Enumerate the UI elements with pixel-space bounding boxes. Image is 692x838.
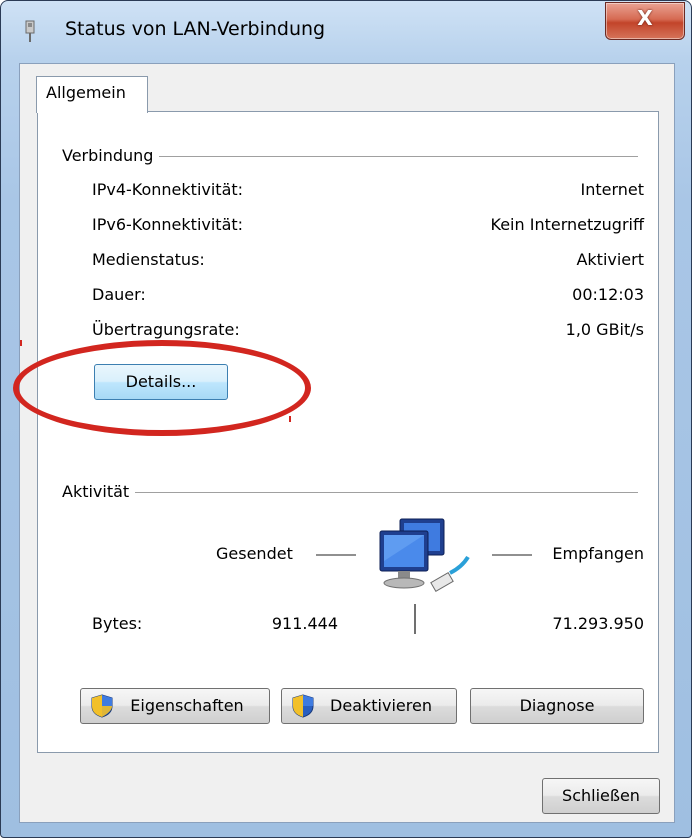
disable-button[interactable]: Deaktivieren [281, 688, 457, 724]
close-window-button[interactable]: X [605, 2, 685, 40]
bytes-label: Bytes: [92, 614, 143, 633]
sent-label: Gesendet [216, 544, 293, 563]
close-icon: X [637, 6, 653, 30]
properties-button[interactable]: Eigenschaften [80, 688, 270, 724]
group-separator [82, 156, 638, 157]
tab-label: Allgemein [46, 83, 126, 102]
activity-divider [414, 604, 416, 634]
speed-value: 1,0 GBit/s [565, 320, 644, 339]
group-separator [82, 492, 638, 493]
speed-label: Übertragungsrate: [92, 320, 240, 339]
sent-connector-line [316, 554, 356, 556]
ipv4-label: IPv4-Konnektivität: [92, 180, 244, 199]
ipv4-value: Internet [580, 180, 644, 199]
received-label: Empfangen [552, 544, 644, 563]
received-connector-line [492, 554, 532, 556]
duration-value: 00:12:03 [572, 285, 644, 304]
window-title: Status von LAN-Verbindung [65, 18, 326, 40]
network-computers-icon [379, 518, 470, 593]
disable-button-label: Deaktivieren [330, 696, 432, 715]
ipv6-value: Kein Internetzugriff [490, 215, 644, 234]
diagnose-button-label: Diagnose [519, 696, 595, 715]
tab-allgemein[interactable]: Allgemein [36, 76, 148, 113]
red-annotation-mark [20, 340, 22, 346]
diagnose-button[interactable]: Diagnose [470, 688, 644, 724]
details-button[interactable]: Details... [94, 364, 228, 400]
network-adapter-icon [25, 20, 35, 42]
details-button-label: Details... [125, 372, 197, 391]
bytes-sent-value: 911.444 [271, 614, 338, 633]
red-annotation-mark [289, 416, 291, 422]
media-status-label: Medienstatus: [92, 250, 205, 269]
ipv6-label: IPv6-Konnektivität: [92, 215, 244, 234]
media-status-value: Aktiviert [576, 250, 644, 269]
group-label-connection: Verbindung [62, 146, 160, 165]
title-bar[interactable]: Status von LAN-Verbindung X [1, 1, 691, 63]
close-button-label: Schließen [562, 786, 640, 805]
dialog-client-area: Allgemein Verbindung IPv4-Konnektivität:… [19, 63, 675, 823]
group-label-activity: Aktivität [62, 482, 136, 501]
properties-button-label: Eigenschaften [130, 696, 244, 715]
dialog-window: Status von LAN-Verbindung X Allgemein Ve… [0, 0, 692, 838]
duration-label: Dauer: [92, 285, 146, 304]
bytes-received-value: 71.293.950 [552, 614, 644, 633]
tab-panel-general: Verbindung IPv4-Konnektivität: Internet … [37, 111, 659, 753]
close-button[interactable]: Schließen [542, 778, 660, 814]
